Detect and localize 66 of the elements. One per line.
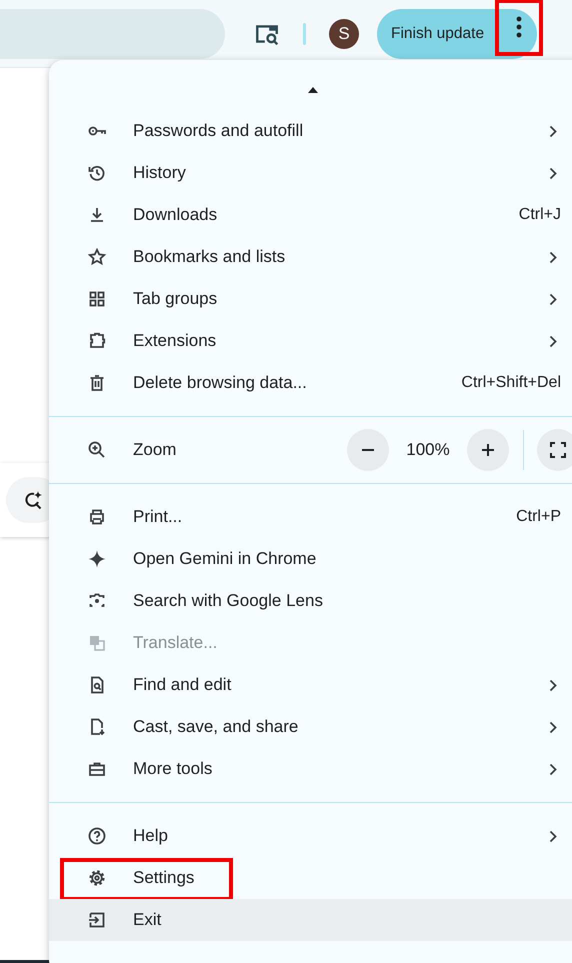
menu-item-label: More tools: [133, 759, 212, 779]
shortcut-text: Ctrl+J: [518, 206, 561, 224]
sparkle-icon: [87, 549, 107, 569]
menu-item-label: Delete browsing data...: [133, 373, 307, 393]
menu-item[interactable]: Print... Ctrl+P: [49, 496, 572, 538]
menu-item[interactable]: Cast, save, and share: [49, 706, 572, 748]
menu-item-label: History: [133, 163, 186, 183]
chevron-right-icon: [549, 762, 557, 776]
chevron-right-icon: [549, 830, 557, 842]
finish-update-button[interactable]: Finish update: [377, 8, 537, 58]
menu-item[interactable]: Bookmarks and lists: [49, 236, 572, 278]
help-icon: [87, 826, 107, 846]
more-menu-icon: [516, 16, 522, 38]
grid-icon: [87, 289, 107, 309]
menu-item-label: Downloads: [133, 205, 218, 225]
menu-item-label: Cast, save, and share: [133, 717, 298, 737]
puzzle-icon: [87, 331, 107, 351]
menu-item[interactable]: Downloads Ctrl+J: [49, 194, 572, 236]
history-icon: [87, 163, 107, 183]
profile-avatar[interactable]: S: [329, 18, 359, 48]
menu-item[interactable]: Passwords and autofill: [49, 110, 572, 152]
menu-item-label: Settings: [133, 868, 194, 888]
menu-item-label: Help: [133, 826, 168, 846]
menu-item-label: Tab groups: [133, 289, 218, 309]
menu-item[interactable]: Tab groups: [49, 278, 572, 320]
scroll-up-icon[interactable]: [308, 87, 318, 93]
zoom-label: Zoom: [133, 440, 176, 460]
menu-item[interactable]: Open Gemini in Chrome: [49, 538, 572, 580]
menu-item[interactable]: History: [49, 152, 572, 194]
shortcut-text: Ctrl+P: [516, 508, 561, 526]
menu-item[interactable]: Help: [49, 815, 572, 857]
printer-icon: [87, 507, 107, 527]
menu-item-label: Extensions: [133, 331, 216, 351]
settings-icon: [87, 868, 107, 888]
menu-item-label: Print...: [133, 507, 182, 527]
menu-item[interactable]: Search with Google Lens: [49, 580, 572, 622]
menu-item[interactable]: Delete browsing data... Ctrl+Shift+Del: [49, 362, 572, 404]
translate-icon: [87, 633, 107, 653]
chevron-right-icon: [549, 334, 557, 348]
menu-item-label: Search with Google Lens: [133, 591, 323, 611]
menu-item[interactable]: Exit: [49, 899, 572, 941]
chevron-right-icon: [549, 678, 557, 692]
zoom-level: 100%: [405, 440, 451, 460]
menu-item-label: Open Gemini in Chrome: [133, 549, 316, 569]
menu-item[interactable]: More tools: [49, 748, 572, 790]
chevron-right-icon: [549, 720, 557, 734]
exit-icon: [87, 910, 107, 930]
menu-item-label: Find and edit: [133, 675, 232, 695]
plus-icon: [481, 443, 495, 457]
menu-item[interactable]: Extensions: [49, 320, 572, 362]
menu-item-label: Exit: [133, 910, 162, 930]
shortcut-text: Ctrl+Shift+Del: [461, 374, 561, 392]
menu-item[interactable]: Find and edit: [49, 664, 572, 706]
chevron-right-icon: [549, 250, 557, 264]
menu-item-label: Translate...: [133, 633, 218, 653]
menu-item-label: Bookmarks and lists: [133, 247, 286, 267]
zoom-in-icon: [87, 440, 107, 460]
fullscreen-icon: [550, 442, 566, 458]
chevron-right-icon: [549, 124, 557, 138]
zoom-in-button[interactable]: [467, 429, 509, 471]
chevron-right-icon: [549, 292, 557, 306]
star-icon: [87, 247, 107, 267]
chevron-right-icon: [549, 166, 557, 180]
fullscreen-button[interactable]: [537, 429, 572, 471]
menu-button[interactable]: [495, 0, 543, 56]
menu-item-label: Passwords and autofill: [133, 121, 304, 141]
